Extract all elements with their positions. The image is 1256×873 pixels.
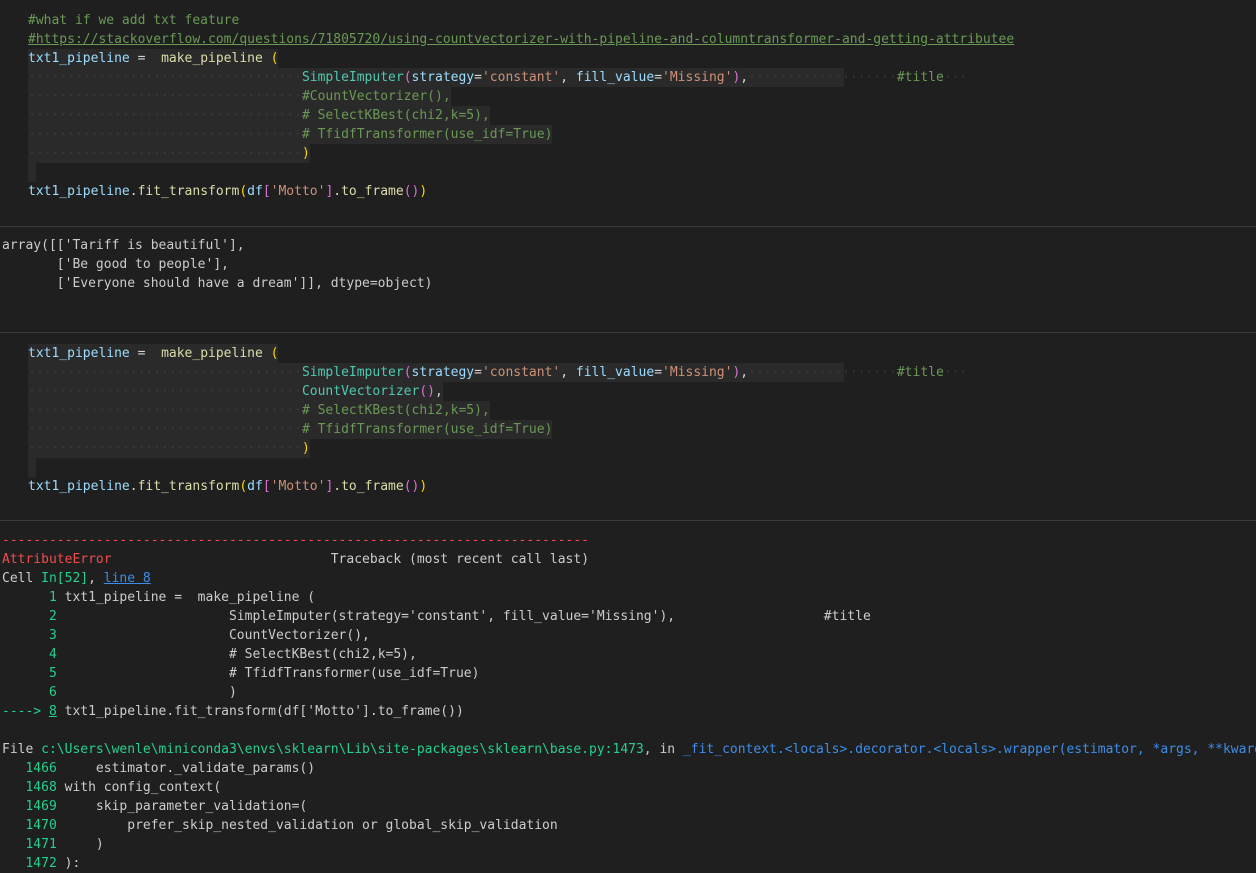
blank-line <box>28 458 36 477</box>
url-comment-line[interactable]: #https://stackoverflow.com/questions/718… <box>28 30 1014 49</box>
frame-line: 1470 prefer_skip_nested_validation or gl… <box>2 816 558 835</box>
frame-line: 1472 ): <box>2 854 80 873</box>
close-paren-line: ···································) <box>28 144 310 163</box>
line-number: 1470 <box>2 818 57 833</box>
close-paren-line: ···································) <box>28 439 310 458</box>
source-line: 4 # SelectKBest(chi2,k=5), <box>2 645 417 664</box>
file-path-link[interactable]: c:\Users\wenle\miniconda3\envs\sklearn\L… <box>41 742 644 757</box>
blank-line <box>28 163 36 182</box>
line-number: 5 <box>2 666 57 681</box>
imputer-line: ···································Simpl… <box>28 68 968 87</box>
line-text: CountVectorizer(), <box>56 628 370 643</box>
line-number: 1471 <box>2 837 57 852</box>
function-signature: _fit_context.<locals>.decorator.<locals>… <box>682 742 1256 757</box>
selectkbest-comment-line: ···································# Sel… <box>28 401 490 420</box>
selectkbest-comment-line: ···································# Sel… <box>28 106 490 125</box>
fit-transform-line: txt1_pipeline.fit_transform(df['Motto'].… <box>28 479 428 494</box>
pipeline-assign-line: txt1_pipeline = make_pipeline ( <box>28 49 279 68</box>
fit-transform-line: txt1_pipeline.fit_transform(df['Motto'].… <box>28 184 428 199</box>
line-text: skip_parameter_validation=( <box>56 799 308 814</box>
line-text: prefer_skip_nested_validation or global_… <box>56 818 558 833</box>
frame-line: 1466 estimator._validate_params() <box>2 759 315 778</box>
tfidf-comment-line: ···································# Tfi… <box>28 420 553 439</box>
line-text: estimator._validate_params() <box>56 761 316 776</box>
output-line: ['Be good to people'], <box>2 257 229 272</box>
line-text: # SelectKBest(chi2,k=5), <box>56 647 417 662</box>
frame-line: 1468 with config_context( <box>2 778 221 797</box>
code-cell-2[interactable]: txt1_pipeline = make_pipeline ( ········… <box>0 333 1256 520</box>
output-line: ['Everyone should have a dream']], dtype… <box>2 276 433 291</box>
line-number: 4 <box>2 647 57 662</box>
countvectorizer-comment-line: ···································#Coun… <box>28 87 451 106</box>
pipeline-assign-line: txt1_pipeline = make_pipeline ( <box>28 344 279 363</box>
imputer-line: ···································Simpl… <box>28 363 968 382</box>
output-line: array([['Tariff is beautiful'], <box>2 238 245 253</box>
line-text: ) <box>56 837 104 852</box>
arrow-line-number[interactable]: 8 <box>49 704 57 719</box>
line-number: 2 <box>2 609 57 624</box>
file-reference: File c:\Users\wenle\miniconda3\envs\skle… <box>2 740 1256 759</box>
frame-line: 1471 ) <box>2 835 104 854</box>
line-number: 1472 <box>2 856 57 871</box>
line-number: 1 <box>2 590 57 605</box>
output-cell-1: array([['Tariff is beautiful'], ['Be goo… <box>0 227 1256 332</box>
source-line: 6 ) <box>2 683 237 702</box>
source-line: 3 CountVectorizer(), <box>2 626 370 645</box>
arrow-line: ----> 8 txt1_pipeline.fit_transform(df['… <box>2 704 464 719</box>
line-number: 1466 <box>2 761 57 776</box>
tfidf-comment-line: ···································# Tfi… <box>28 125 553 144</box>
cell-reference: Cell In[52], line 8 <box>2 571 151 586</box>
source-line: 2 SimpleImputer(strategy='constant', fil… <box>2 607 871 626</box>
line-text: with config_context( <box>56 780 222 795</box>
traceback-divider: ----------------------------------------… <box>2 533 589 548</box>
line-text: ): <box>56 856 81 871</box>
line-link[interactable]: line 8 <box>104 571 151 586</box>
traceback-header: AttributeError Traceback (most recent ca… <box>2 552 590 567</box>
line-number: 3 <box>2 628 57 643</box>
line-number: 1469 <box>2 799 57 814</box>
frame-line: 1469 skip_parameter_validation=( <box>2 797 307 816</box>
error-output: ----------------------------------------… <box>0 521 1256 873</box>
line-number: 6 <box>2 685 57 700</box>
source-line: 1 txt1_pipeline = make_pipeline ( <box>2 588 315 607</box>
line-text: SimpleImputer(strategy='constant', fill_… <box>56 609 871 624</box>
line-text: # TfidfTransformer(use_idf=True) <box>56 666 480 681</box>
source-line: 5 # TfidfTransformer(use_idf=True) <box>2 664 479 683</box>
code-cell-1[interactable]: #what if we add txt feature #https://sta… <box>0 0 1256 226</box>
error-name: AttributeError <box>2 552 112 567</box>
comment-line: #what if we add txt feature <box>28 13 240 28</box>
line-number: 1468 <box>2 780 57 795</box>
countvectorizer-line: ···································Count… <box>28 382 443 401</box>
line-text: txt1_pipeline = make_pipeline ( <box>56 590 316 605</box>
line-text: ) <box>56 685 237 700</box>
